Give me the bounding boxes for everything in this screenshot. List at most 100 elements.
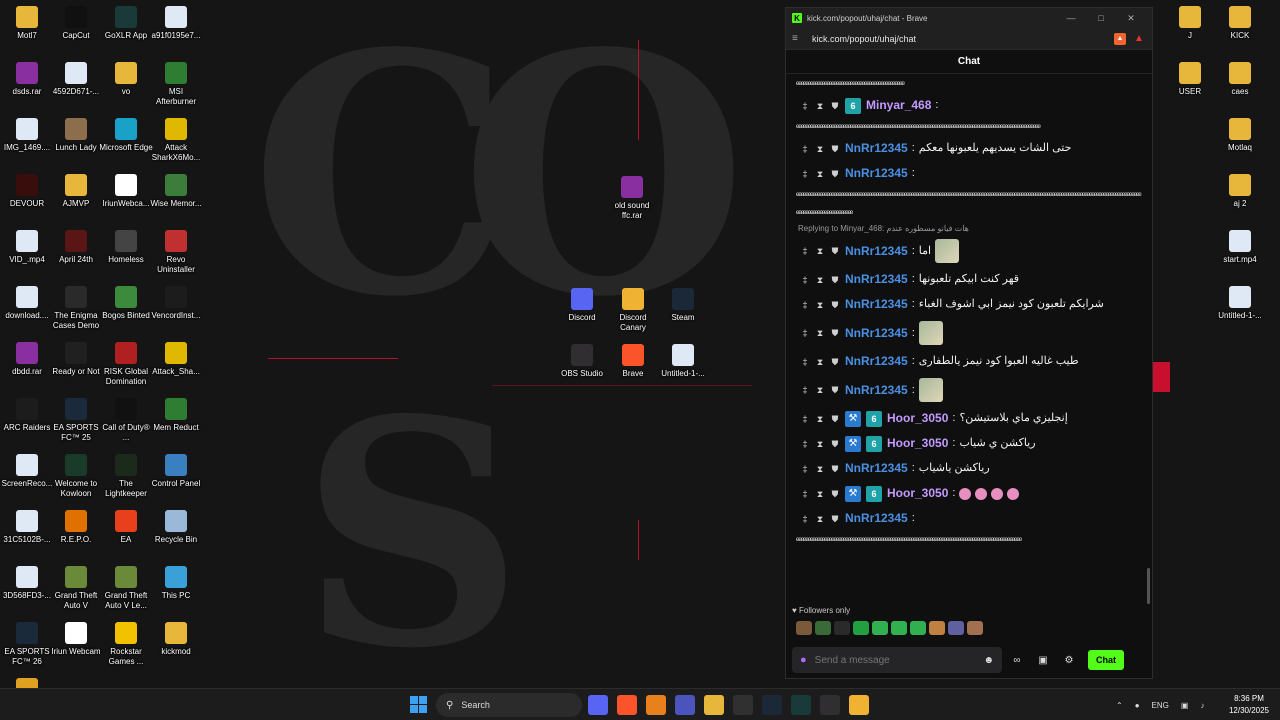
desktop-icon[interactable]: MSI Afterburner bbox=[149, 56, 203, 112]
trash-icon[interactable]: ‡ bbox=[800, 144, 810, 154]
timeout-icon[interactable]: ⧗ bbox=[815, 328, 825, 338]
username[interactable]: NnRr12345 bbox=[845, 353, 908, 370]
desktop-icon[interactable]: Attack_Sha... bbox=[149, 336, 203, 392]
desktop-icon[interactable]: EA SPORTS FC™ 25 bbox=[49, 392, 103, 448]
chat-message[interactable]: ‡ ⧗ ⛊ 6 Minyar_468: bbox=[786, 93, 1152, 118]
taskbar-search[interactable]: ⚲ Search bbox=[436, 693, 582, 717]
brave-rewards-icon[interactable]: ▲ bbox=[1132, 33, 1146, 45]
microphone-tray-icon[interactable]: ● bbox=[1135, 701, 1140, 710]
username[interactable]: NnRr12345 bbox=[845, 382, 908, 399]
desktop-icon[interactable]: Untitled-1-... bbox=[656, 338, 710, 394]
username[interactable]: NnRr12345 bbox=[845, 165, 908, 182]
desktop-icon[interactable]: April 24th bbox=[49, 224, 103, 280]
timeout-icon[interactable]: ⧗ bbox=[815, 464, 825, 474]
emote-image[interactable] bbox=[918, 321, 943, 345]
desktop-icon[interactable]: Control Panel bbox=[149, 448, 203, 504]
chat-scrollbar[interactable] bbox=[1147, 568, 1150, 604]
clock[interactable]: 8:36 PM 12/30/2025 bbox=[1222, 693, 1276, 717]
quick-emote[interactable] bbox=[910, 621, 926, 635]
chat-message[interactable]: ‡ ⧗ ⛊ NnRr12345: حتى الشات يسديهم يلعبونها م… bbox=[786, 136, 1152, 161]
chat-message[interactable]: ‡ ⧗ ⛊ NnRr12345: طيب غاليه العبوا كود نيمز ي… bbox=[786, 349, 1152, 374]
desktop-icon[interactable]: Untitled-1-... bbox=[1213, 280, 1267, 336]
microphone-icon[interactable]: ● bbox=[800, 654, 807, 666]
chat-message[interactable]: ‡ ⧗ ⛊ NnRr12345: bbox=[786, 506, 1152, 531]
trash-icon[interactable]: ‡ bbox=[800, 414, 810, 424]
trash-icon[interactable]: ‡ bbox=[800, 514, 810, 524]
timeout-icon[interactable]: ⧗ bbox=[815, 357, 825, 367]
discord-icon[interactable] bbox=[588, 695, 608, 715]
desktop-icon[interactable]: vo bbox=[99, 56, 153, 112]
desktop-icon[interactable]: Homeless bbox=[99, 224, 153, 280]
desktop-icon[interactable]: ScreenReco... bbox=[0, 448, 54, 504]
desktop-icon[interactable]: dbdd.rar bbox=[0, 336, 54, 392]
desktop-icon[interactable]: R.E.P.O. bbox=[49, 504, 103, 560]
trash-icon[interactable]: ‡ bbox=[800, 464, 810, 474]
ban-shield-icon[interactable]: ⛊ bbox=[830, 300, 840, 310]
desktop-icon[interactable]: J bbox=[1163, 0, 1217, 56]
timeout-icon[interactable]: ⧗ bbox=[815, 169, 825, 179]
username[interactable]: Hoor_3050 bbox=[887, 410, 948, 427]
username[interactable]: NnRr12345 bbox=[845, 243, 908, 260]
desktop-icon[interactable]: CapCut bbox=[49, 0, 103, 56]
ban-shield-icon[interactable]: ⛊ bbox=[830, 514, 840, 524]
emote-image[interactable] bbox=[918, 378, 943, 402]
timeout-icon[interactable]: ⧗ bbox=[815, 275, 825, 285]
timeout-icon[interactable]: ⧗ bbox=[815, 414, 825, 424]
desktop-icon[interactable]: Motlaq bbox=[1213, 112, 1267, 168]
desktop-icon[interactable]: aj 2 bbox=[1213, 168, 1267, 224]
desktop-icon[interactable]: VID_.mp4 bbox=[0, 224, 54, 280]
username[interactable]: NnRr12345 bbox=[845, 140, 908, 157]
desktop-icon[interactable]: EA SPORTS FC™ 26 bbox=[0, 616, 54, 672]
community-icon[interactable]: ∞ bbox=[1006, 655, 1028, 666]
timeout-icon[interactable]: ⧗ bbox=[815, 300, 825, 310]
chat-message[interactable]: ‡ ⧗ ⛊ ⚒ 6 Hoor_3050: bbox=[786, 481, 1152, 506]
brave-shields-icon[interactable]: ▲ bbox=[1114, 32, 1126, 45]
steam-icon[interactable] bbox=[762, 695, 782, 715]
chat-message[interactable]: ‡ ⧗ ⛊ ⚒ 6 Hoor_3050: إنجليزي ماي بلاستيشن؟ bbox=[786, 406, 1152, 431]
timeout-icon[interactable]: ⧗ bbox=[815, 439, 825, 449]
desktop-icon[interactable]: IriunWebca... bbox=[99, 168, 153, 224]
ban-shield-icon[interactable]: ⛊ bbox=[830, 464, 840, 474]
gift-icon[interactable]: ▣ bbox=[1032, 655, 1054, 666]
desktop-icon[interactable]: 3D568FD3-... bbox=[0, 560, 54, 616]
desktop-icon[interactable]: Steam bbox=[656, 282, 710, 338]
quick-emote[interactable] bbox=[834, 621, 850, 635]
brave-icon[interactable] bbox=[617, 695, 637, 715]
language-indicator[interactable]: ENG bbox=[1152, 701, 1169, 710]
desktop-icon[interactable]: OBS Studio bbox=[555, 338, 609, 394]
desktop-icon[interactable]: Welcome to Kowloon bbox=[49, 448, 103, 504]
send-chat-button[interactable]: Chat bbox=[1088, 650, 1124, 670]
volume-icon[interactable]: ♪ bbox=[1200, 701, 1204, 710]
chevron-up-icon[interactable]: ⌃ bbox=[1116, 701, 1123, 710]
chat-message-list[interactable]: ᵉᵉᵉᵉᵉᵉᵉᵉᵉᵉᵉᵉᵉᵉᵉᵉᵉᵉᵉᵉᵉᵉᵉᵉᵉᵉᵉᵉᵉᵉᵉᵉᵉᵉᵉᵉᵉᵉᵉᵉ… bbox=[786, 75, 1152, 606]
username[interactable]: NnRr12345 bbox=[845, 296, 908, 313]
desktop-icon[interactable]: Call of Duty® ... bbox=[99, 392, 153, 448]
timeout-icon[interactable]: ⧗ bbox=[815, 385, 825, 395]
ban-shield-icon[interactable]: ⛊ bbox=[830, 357, 840, 367]
ban-shield-icon[interactable]: ⛊ bbox=[830, 275, 840, 285]
username[interactable]: Hoor_3050 bbox=[887, 435, 948, 452]
desktop-icon[interactable]: Rockstar Games ... bbox=[99, 616, 153, 672]
desktop-icon[interactable]: old sound ffc.rar bbox=[605, 170, 659, 226]
obs-icon[interactable] bbox=[820, 695, 840, 715]
trash-icon[interactable]: ‡ bbox=[800, 357, 810, 367]
desktop-icon[interactable]: Attack SharkX6Mo... bbox=[149, 112, 203, 168]
ban-shield-icon[interactable]: ⛊ bbox=[830, 101, 840, 111]
desktop-icon[interactable]: KICK bbox=[1213, 0, 1267, 56]
chat-input-container[interactable]: ● ☻ bbox=[792, 647, 1002, 673]
desktop-icon[interactable]: USER bbox=[1163, 56, 1217, 112]
desktop-icon[interactable]: Recycle Bin bbox=[149, 504, 203, 560]
ban-shield-icon[interactable]: ⛊ bbox=[830, 414, 840, 424]
desktop-icon[interactable]: Microsoft Edge bbox=[99, 112, 153, 168]
desktop-icon[interactable]: 4592D671-... bbox=[49, 56, 103, 112]
settings-gear-icon[interactable]: ⚙ bbox=[1058, 655, 1080, 666]
quick-emote[interactable] bbox=[929, 621, 945, 635]
ban-shield-icon[interactable]: ⛊ bbox=[830, 169, 840, 179]
discord-canary-icon[interactable] bbox=[849, 695, 869, 715]
desktop-icon[interactable]: Grand Theft Auto V Le... bbox=[99, 560, 153, 616]
desktop-icon[interactable]: This PC bbox=[149, 560, 203, 616]
desktop-icon[interactable]: Iriun Webcam bbox=[49, 616, 103, 672]
username[interactable]: NnRr12345 bbox=[845, 325, 908, 342]
maximize-button[interactable]: □ bbox=[1086, 13, 1116, 23]
trash-icon[interactable]: ‡ bbox=[800, 328, 810, 338]
